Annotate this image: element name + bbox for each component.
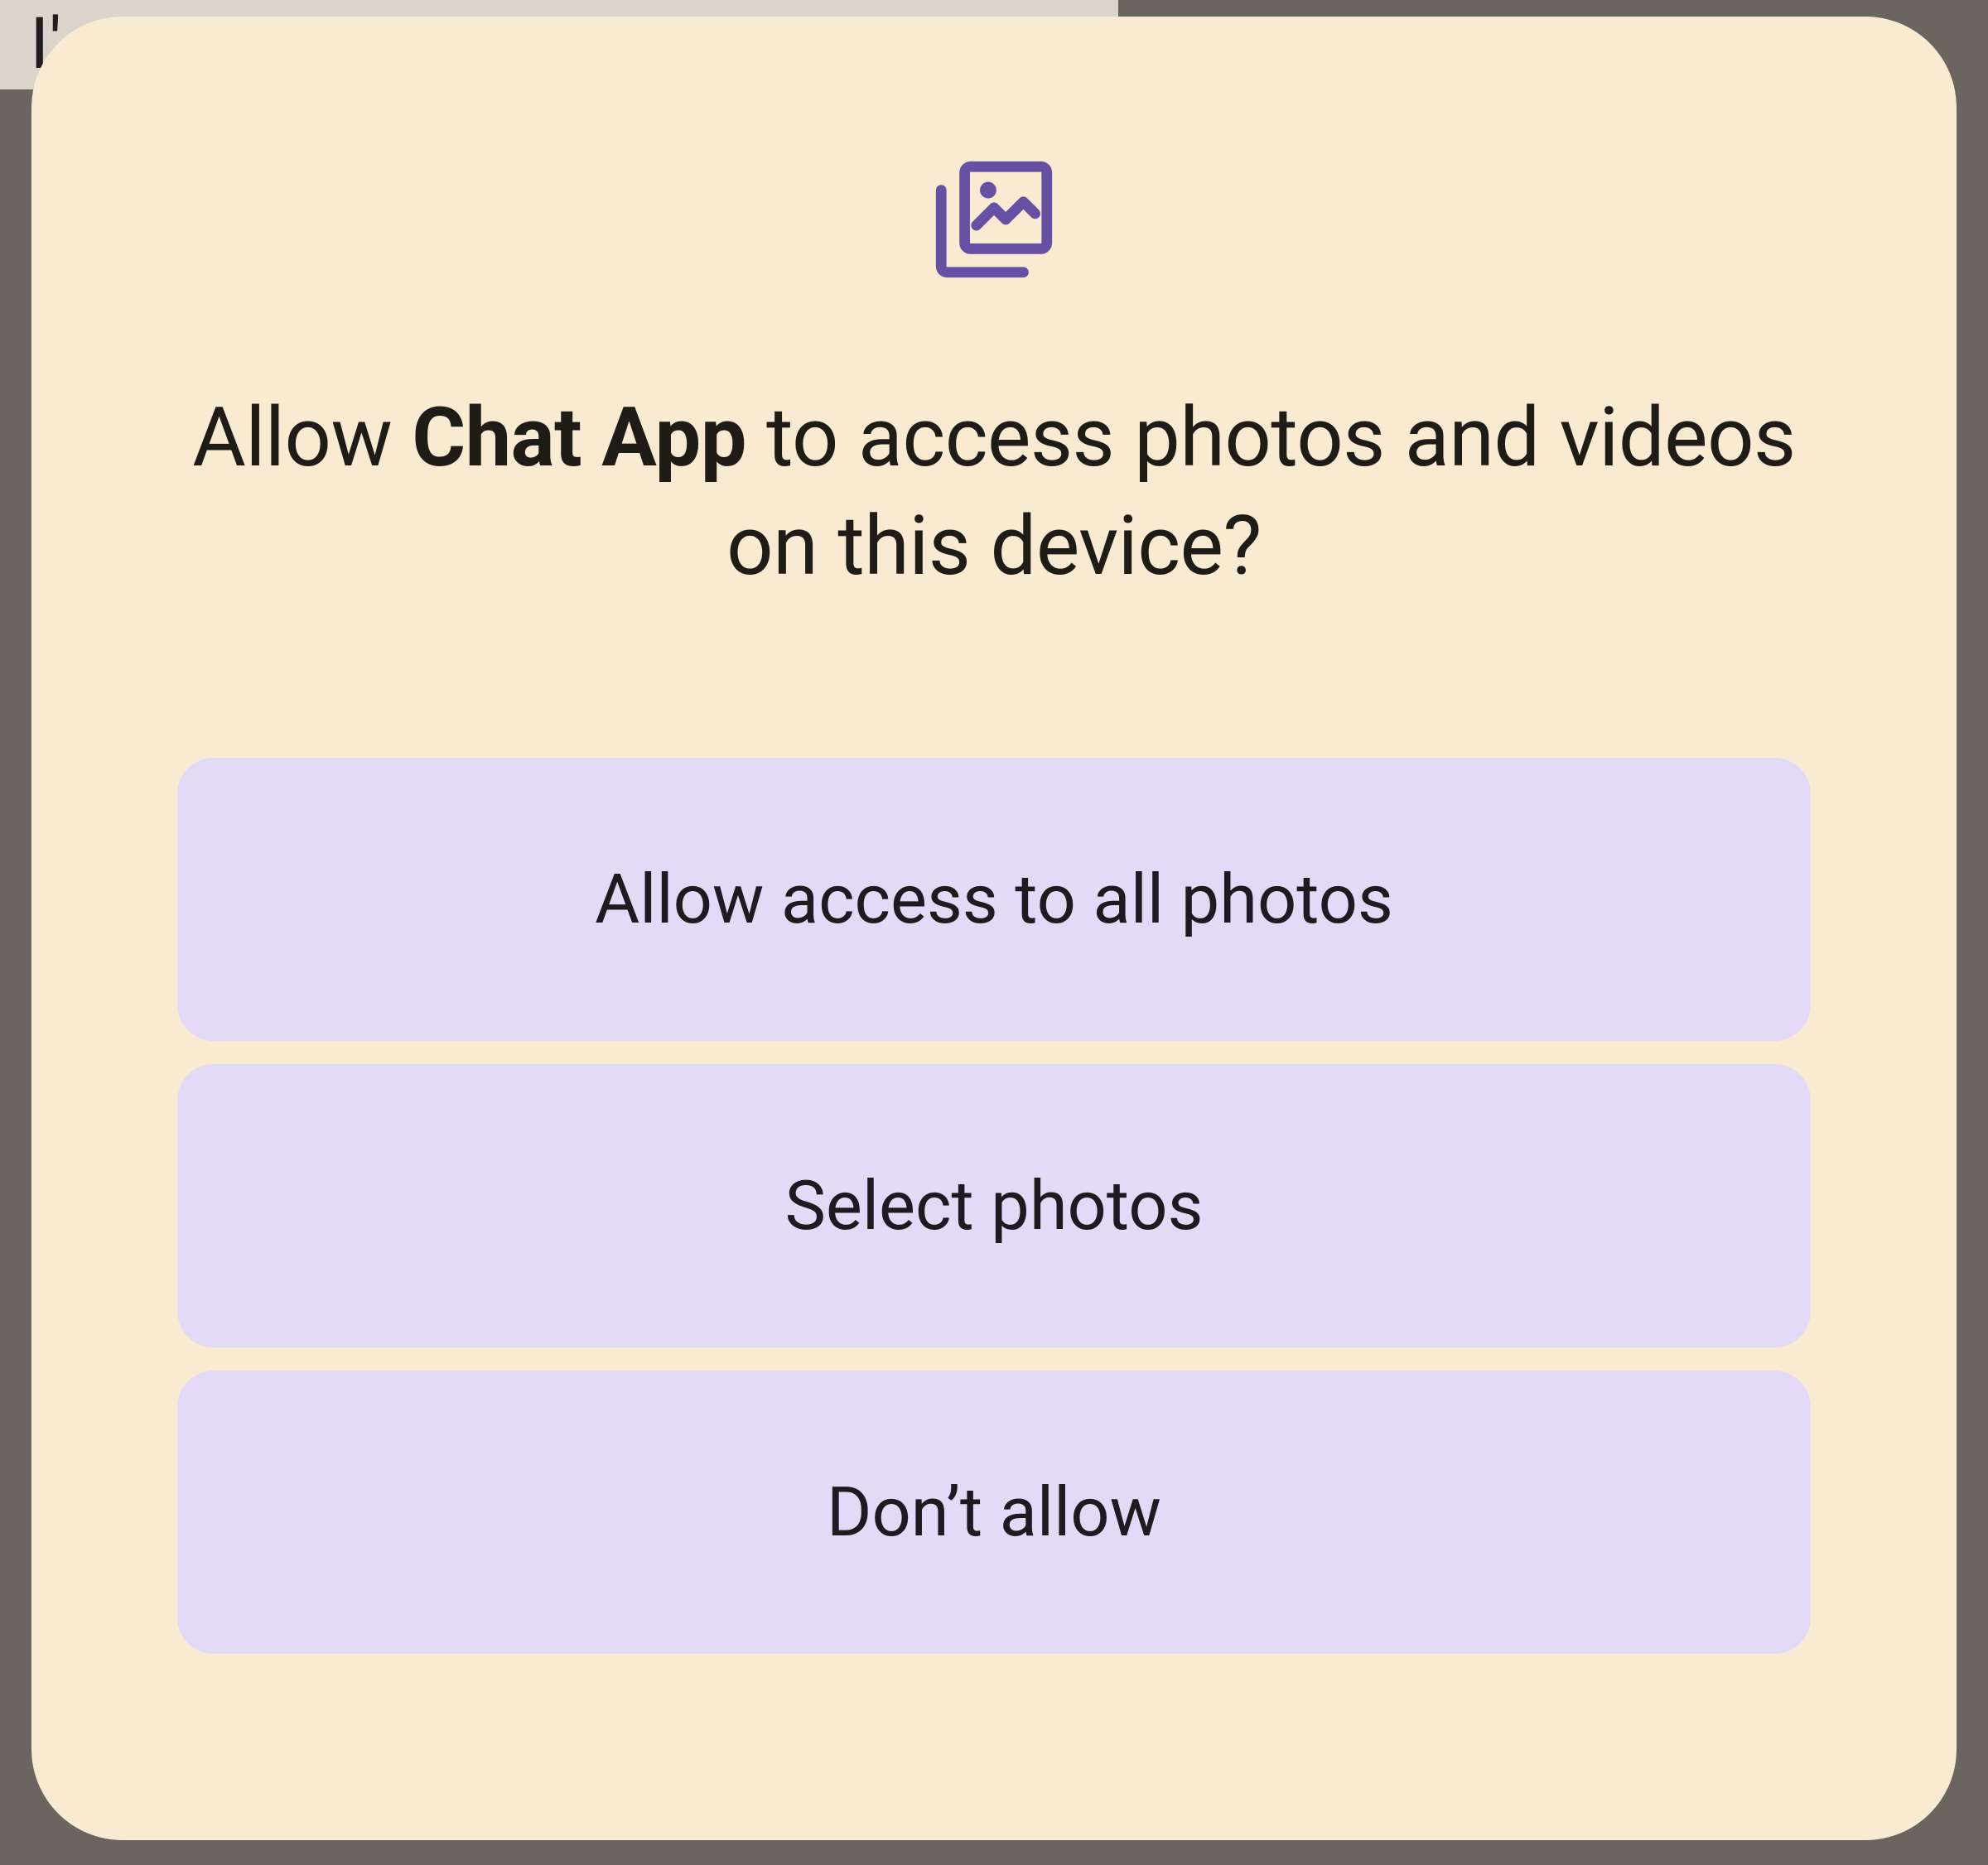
title-suffix: to access photos and videos on this devi… (726, 390, 1796, 595)
app-name: Chat App (412, 390, 746, 486)
allow-all-button[interactable]: Allow access to all photos (177, 758, 1811, 1041)
dialog-icon-container (924, 149, 1064, 293)
photos-icon (924, 149, 1064, 293)
title-prefix: Allow (192, 390, 412, 486)
dont-allow-button[interactable]: Don’t allow (177, 1371, 1811, 1654)
permission-dialog: Allow Chat App to access photos and vide… (31, 17, 1957, 1840)
dialog-title: Allow Chat App to access photos and vide… (177, 384, 1811, 600)
permission-button-list: Allow access to all photos Select photos… (177, 758, 1811, 1654)
select-photos-button[interactable]: Select photos (177, 1064, 1811, 1347)
